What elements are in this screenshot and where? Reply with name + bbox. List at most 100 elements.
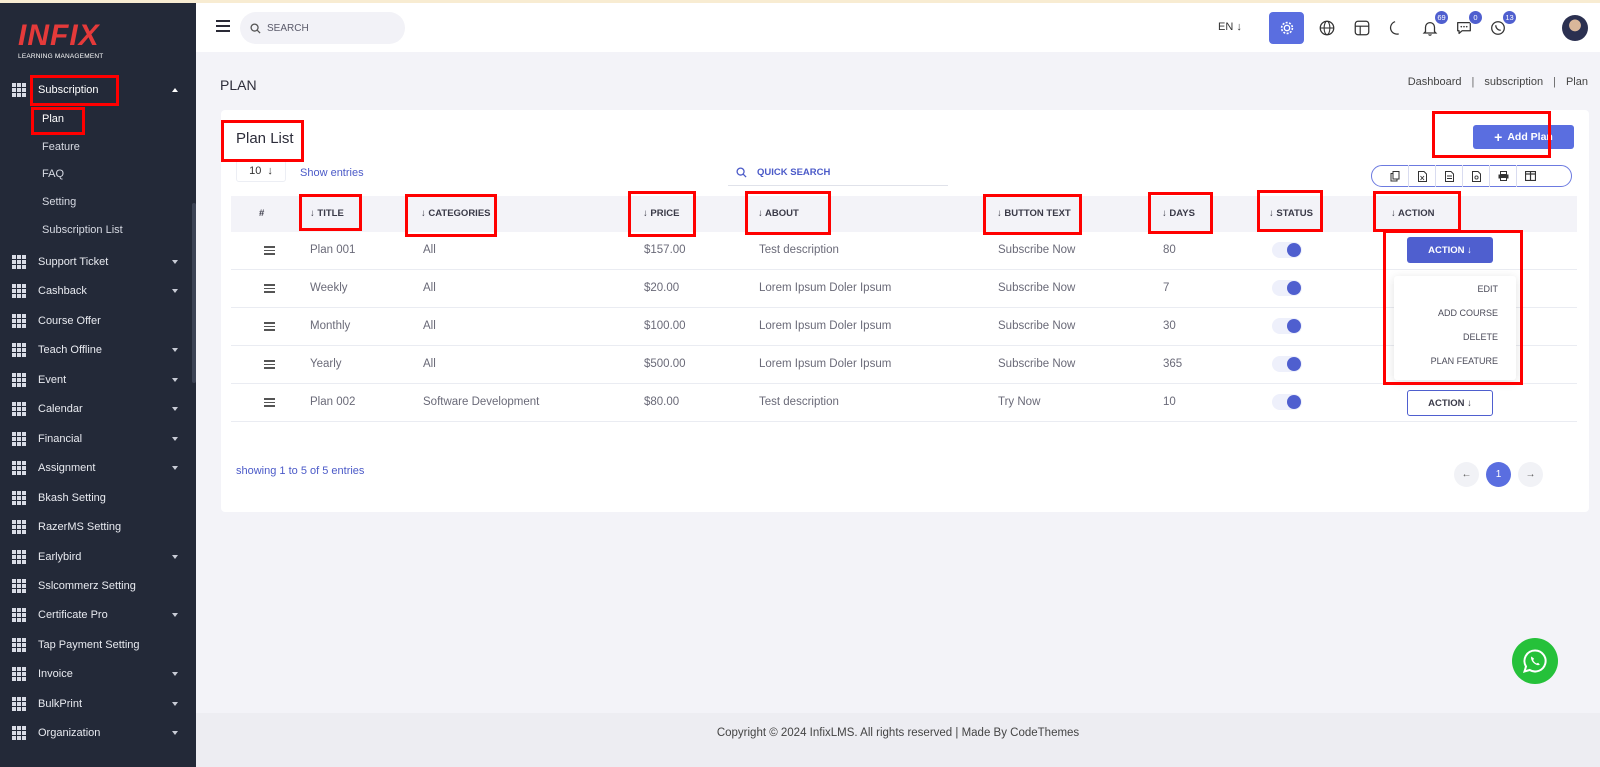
sidebar-item-certificate-pro[interactable]: Certificate Pro [12,603,184,627]
excel-icon[interactable] [1409,165,1436,187]
logo[interactable]: INFIX LEARNING MANAGEMENT [18,21,103,61]
language-select[interactable]: EN ↓ [1218,21,1242,33]
sidebar-item-label: RazerMS Setting [38,521,122,533]
grid-icon [12,255,26,269]
grid-icon [12,491,26,505]
breadcrumb-dashboard[interactable]: Dashboard [1408,76,1462,88]
sidebar-item-course-offer[interactable]: Course Offer [12,309,184,333]
sidebar-item-subscription[interactable]: Subscription [12,78,184,102]
sidebar-item-razerms-setting[interactable]: RazerMS Setting [12,515,184,539]
layout-icon[interactable] [1351,17,1373,39]
menu-item-edit[interactable]: EDIT [1477,284,1498,294]
csv-icon[interactable] [1436,165,1463,187]
copy-icon[interactable] [1382,165,1409,187]
column-header-label: BUTTON TEXT [1004,208,1071,219]
column-header-action[interactable]: ↓ ACTION [1391,208,1434,219]
sidebar-item-assignment[interactable]: Assignment [12,456,184,480]
status-toggle[interactable] [1272,356,1302,372]
column-header-days[interactable]: ↓ DAYS [1162,208,1195,219]
status-toggle[interactable] [1272,280,1302,296]
pagination-page-button[interactable]: 1 [1486,462,1511,487]
drag-handle-icon[interactable] [264,398,275,407]
sidebar-item-financial[interactable]: Financial [12,427,184,451]
column-header-categories[interactable]: ↓ CATEGORIES [421,208,491,219]
sidebar-item-cashback[interactable]: Cashback [12,279,184,303]
sidebar-item-calendar[interactable]: Calendar [12,397,184,421]
pdf-icon[interactable] [1463,165,1490,187]
menu-toggle-icon[interactable] [216,20,230,32]
drag-handle-icon[interactable] [264,360,275,369]
cell-categories: Software Development [423,396,540,408]
language-label: EN [1218,21,1234,33]
grid-icon [12,461,26,475]
status-toggle[interactable] [1272,242,1302,258]
globe-icon[interactable] [1316,17,1338,39]
sidebar-item-invoice[interactable]: Invoice [12,662,184,686]
drag-handle-icon[interactable] [264,322,275,331]
column-header-label: STATUS [1276,208,1313,219]
message-count-badge: 0 [1468,10,1483,25]
action-button[interactable]: ACTION ↓ [1407,390,1493,416]
menu-item-add-course[interactable]: ADD COURSE [1438,308,1498,318]
column-header-label: PRICE [650,208,680,219]
column-header-price[interactable]: ↓ PRICE [643,208,679,219]
plan-list-card: Plan List + Add Plan 10 ↓ Show entries Q… [221,110,1589,512]
column-header-button-text[interactable]: ↓ BUTTON TEXT [997,208,1071,219]
sidebar-scrollbar[interactable] [192,203,196,383]
cell-days: 30 [1163,320,1176,332]
whatsapp-chat-button[interactable] [1512,638,1558,684]
sidebar-item-event[interactable]: Event [12,368,184,392]
print-icon[interactable] [1490,165,1517,187]
pagination-next-button[interactable]: → [1518,462,1543,487]
footer: Copyright © 2024 InfixLMS. All rights re… [196,713,1600,767]
sidebar-item-organization[interactable]: Organization [12,721,184,745]
chat-icon[interactable]: 0 [1453,10,1483,39]
drag-handle-icon[interactable] [264,284,275,293]
caret-down-icon [172,289,178,293]
sidebar-subitem-subscription-list[interactable]: Subscription List [42,224,123,236]
action-button[interactable]: ACTION ↓ [1407,237,1493,263]
sidebar-subitem-faq[interactable]: FAQ [42,168,64,180]
column-header-title[interactable]: ↓ TITLE [310,208,344,219]
settings-button[interactable] [1269,12,1304,44]
search-input[interactable]: SEARCH [240,12,405,44]
whatsapp-header-icon[interactable]: 13 [1487,10,1517,39]
sidebar-item-label: Bkash Setting [38,492,106,504]
sidebar-item-label: Teach Offline [38,344,103,356]
column-header-about[interactable]: ↓ ABOUT [758,208,799,219]
menu-item-delete[interactable]: DELETE [1463,332,1498,342]
drag-handle-icon[interactable] [264,246,275,255]
cell-about: Lorem Ipsum Doler Ipsum [759,282,892,294]
sidebar-item-support-ticket[interactable]: Support Ticket [12,250,184,274]
sidebar-item-bulkprint[interactable]: BulkPrint [12,692,184,716]
notification-bell-icon[interactable]: 69 [1419,10,1449,39]
table-row: Plan 001 All $157.00 Test description Subscr… [231,232,1577,270]
sidebar-item-bkash-setting[interactable]: Bkash Setting [12,486,184,510]
sidebar-item-sslcommerz-setting[interactable]: Sslcommerz Setting [12,574,184,598]
page-title: PLAN [220,77,257,93]
breadcrumb-subscription[interactable]: subscription [1484,76,1543,88]
add-plan-button[interactable]: + Add Plan [1473,125,1574,149]
sidebar-item-teach-offline[interactable]: Teach Offline [12,338,184,362]
arrow-down-icon: ↓ [267,165,273,177]
cell-title: Plan 002 [310,396,356,408]
column-header-status[interactable]: ↓ STATUS [1269,208,1313,219]
sidebar-item-tap-payment-setting[interactable]: Tap Payment Setting [12,633,184,657]
sidebar-item-label: Cashback [38,285,87,297]
quick-search-input[interactable]: QUICK SEARCH [728,160,948,186]
caret-down-icon [172,466,178,470]
entries-select[interactable]: 10 ↓ [236,160,286,182]
cell-button-text: Subscribe Now [998,358,1076,370]
menu-item-plan-feature[interactable]: PLAN FEATURE [1431,356,1498,366]
status-toggle[interactable] [1272,394,1302,410]
sidebar-subitem-feature[interactable]: Feature [42,141,80,153]
status-toggle[interactable] [1272,318,1302,334]
sidebar-item-earlybird[interactable]: Earlybird [12,545,184,569]
pagination-prev-button[interactable]: ← [1454,462,1479,487]
moon-icon[interactable] [1385,17,1407,39]
sidebar-subitem-setting[interactable]: Setting [42,196,76,208]
avatar[interactable] [1562,15,1588,41]
sidebar-subitem-plan[interactable]: Plan [42,113,64,125]
columns-icon[interactable] [1517,165,1544,187]
action-dropdown-menu: EDIT ADD COURSE DELETE PLAN FEATURE [1394,276,1516,380]
